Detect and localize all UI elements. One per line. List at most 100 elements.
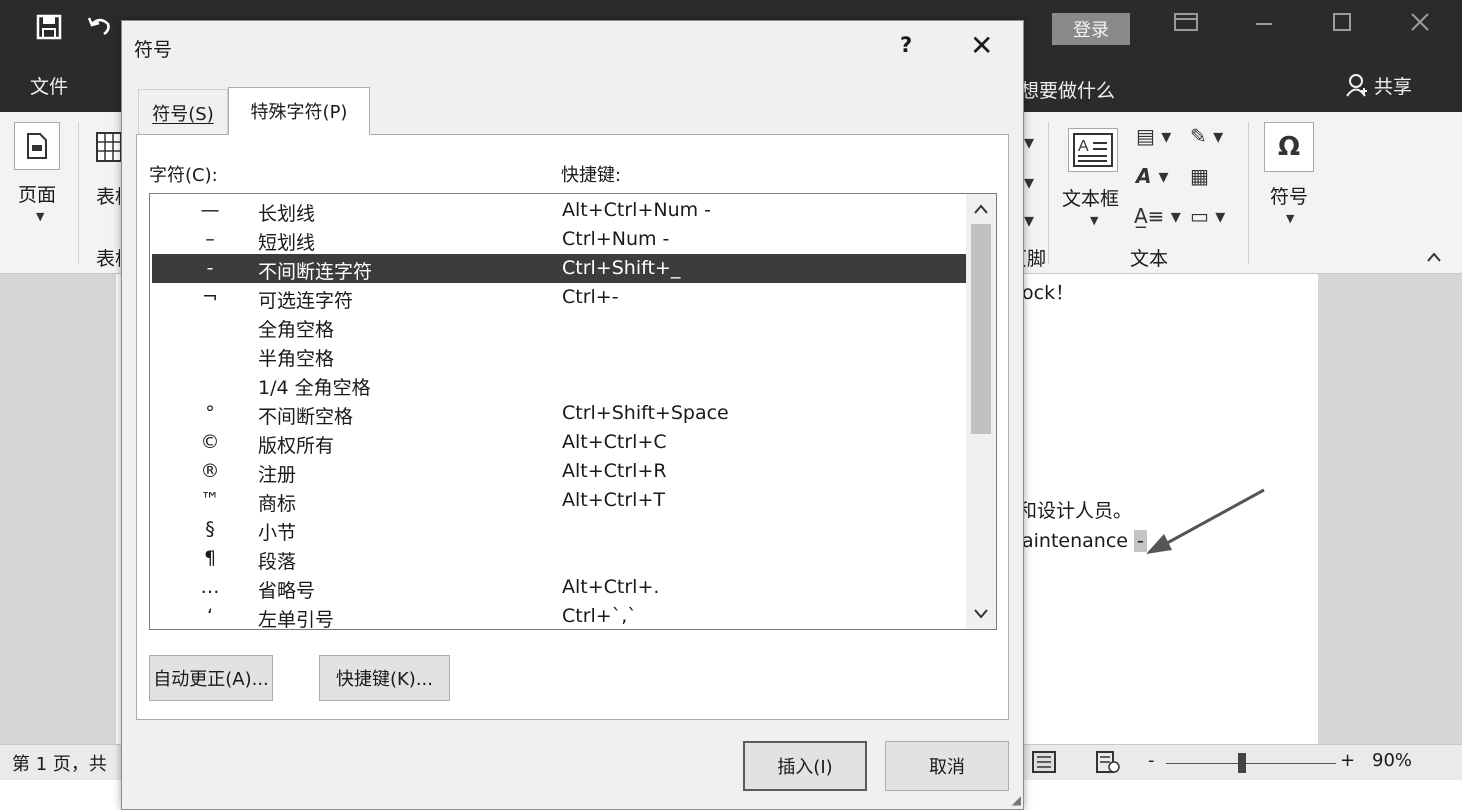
chevron-down-icon[interactable]: ▾ [1024,130,1034,154]
character-shortcut: Ctrl+Shift+_ [562,257,681,279]
symbol-dialog: 符号 ? ✕ 符号(S) 特殊字符(P) 字符(C): 快捷键: — 长划线 Alt… [121,20,1024,810]
list-item[interactable]: ® 注册 Alt+Ctrl+R [152,457,966,486]
tell-me-search[interactable]: 想要做什么 [1020,76,1115,103]
cancel-button[interactable]: 取消 [885,741,1009,791]
save-icon[interactable] [36,14,62,47]
character-name: 不间断连字符 [258,261,373,283]
list-item[interactable]: ‘ 左单引号 Ctrl+`,` [152,602,966,630]
resize-grip-icon[interactable]: ◢ [1012,793,1021,807]
list-item[interactable]: - 不间断连字符 Ctrl+Shift+_ [152,254,966,283]
share-button[interactable]: 共享 [1346,72,1412,99]
list-item[interactable]: 半角空格 [152,341,966,370]
doc-text-line: ock！ [1022,282,1075,304]
date-time-icon[interactable]: ▦ [1190,164,1209,188]
character-name: 小节 [258,522,297,544]
chevron-down-icon[interactable]: ▼ [36,210,44,223]
person-icon [1346,74,1374,98]
list-item[interactable]: ™ 商标 Alt+Ctrl+T [152,486,966,515]
chevron-down-icon[interactable]: ▼ [1286,212,1294,225]
textbox-icon[interactable]: A [1068,128,1118,172]
read-mode-icon[interactable] [1032,751,1056,778]
zoom-slider-track [1166,763,1336,764]
character-name: 全角空格 [258,319,335,341]
character-shortcut: Ctrl+Shift+Space [562,402,729,424]
tab-special-characters[interactable]: 特殊字符(P) [228,87,370,135]
ribbon-display-icon[interactable] [1174,12,1198,38]
character-shortcut: Alt+Ctrl+Num - [562,199,712,221]
scroll-up-icon[interactable] [966,194,996,224]
insert-button[interactable]: 插入(I) [743,741,867,791]
scroll-thumb[interactable] [971,224,991,434]
help-icon[interactable]: ? [900,33,912,57]
minimize-icon[interactable] [1254,12,1274,38]
share-label: 共享 [1374,76,1413,98]
doc-text-word: aintenance [1022,530,1128,552]
dropcap-icon[interactable]: A̲≡ ▾ [1134,204,1181,228]
character-shortcut: Ctrl+`,` [562,605,637,627]
character-name: 段落 [258,551,297,573]
page-label[interactable]: 页面 [18,180,56,207]
list-item[interactable]: ° 不间断空格 Ctrl+Shift+Space [152,399,966,428]
doc-text-line: 和设计人员。 [1018,500,1133,522]
zoom-in-button[interactable]: + [1340,750,1355,771]
character-glyph: ™ [200,489,220,511]
autocorrect-button[interactable]: 自动更正(A)... [149,655,273,701]
character-glyph: … [200,576,220,598]
collapse-ribbon-icon[interactable] [1426,248,1442,267]
ribbon-separator [1048,122,1049,264]
wordart-icon[interactable]: A ▾ [1136,164,1168,188]
list-item[interactable]: ¶ 段落 [152,544,966,573]
table-label[interactable]: 表格 [96,182,120,209]
character-name: 长划线 [258,203,316,225]
list-item[interactable]: — 长划线 Alt+Ctrl+Num - [152,196,966,225]
list-item[interactable]: § 小节 [152,515,966,544]
chevron-down-icon[interactable]: ▾ [1024,208,1034,232]
character-name: 版权所有 [258,435,335,457]
window-close-icon[interactable] [1410,12,1430,38]
scroll-down-icon[interactable] [966,599,996,629]
table-group-label: 表格 [96,248,120,270]
page-icon[interactable] [14,122,60,170]
undo-icon[interactable] [86,12,114,47]
chevron-down-icon[interactable]: ▾ [1024,170,1034,194]
list-item[interactable]: … 省略号 Alt+Ctrl+. [152,573,966,602]
list-item[interactable]: – 短划线 Ctrl+Num - [152,225,966,254]
login-button[interactable]: 登录 [1052,13,1130,45]
character-glyph: © [200,431,220,453]
maximize-icon[interactable] [1332,12,1352,38]
chevron-down-icon[interactable]: ▼ [1090,214,1098,227]
list-item[interactable]: 全角空格 [152,312,966,341]
special-characters-list[interactable]: — 长划线 Alt+Ctrl+Num - – 短划线 Ctrl+Num - - 不间断连字符 C… [149,193,997,630]
svg-text:A: A [1078,138,1089,155]
list-scrollbar[interactable] [966,194,996,629]
web-layout-icon[interactable] [1096,751,1120,778]
text-group-label: 文本 [1130,248,1169,270]
omega-icon[interactable]: Ω [1264,122,1314,172]
character-name: 可选连字符 [258,290,354,312]
close-icon[interactable]: ✕ [970,29,993,62]
signature-line-icon[interactable]: ✎ ▾ [1190,124,1223,148]
list-item[interactable]: ¬ 可选连字符 Ctrl+- [152,283,966,312]
zoom-out-button[interactable]: - [1148,750,1155,771]
zoom-level[interactable]: 90% [1372,750,1412,771]
textbox-label[interactable]: 文本框 [1062,184,1119,211]
list-item[interactable]: © 版权所有 Alt+Ctrl+C [152,428,966,457]
character-name: 省略号 [258,580,316,602]
character-glyph: - [206,257,214,279]
ribbon-separator [1248,122,1249,264]
object-icon[interactable]: ▭ ▾ [1190,204,1225,228]
character-name: 左单引号 [258,609,335,630]
character-name: 半角空格 [258,348,335,370]
shortcut-key-button[interactable]: 快捷键(K)... [319,655,450,701]
ribbon-separator [78,122,79,264]
character-glyph: ® [200,460,220,482]
zoom-slider-thumb[interactable] [1238,753,1246,773]
menu-file[interactable]: 文件 [30,72,68,99]
quick-parts-icon[interactable]: ▤ ▾ [1136,124,1171,148]
list-item[interactable]: 1/4 全角空格 [152,370,966,399]
tab-symbols[interactable]: 符号(S) [138,89,228,135]
tab-label: 特殊字符(P) [250,102,348,123]
symbol-label[interactable]: 符号 [1270,182,1308,209]
table-icon[interactable] [96,132,122,167]
column-header-character: 字符(C): [149,165,218,186]
